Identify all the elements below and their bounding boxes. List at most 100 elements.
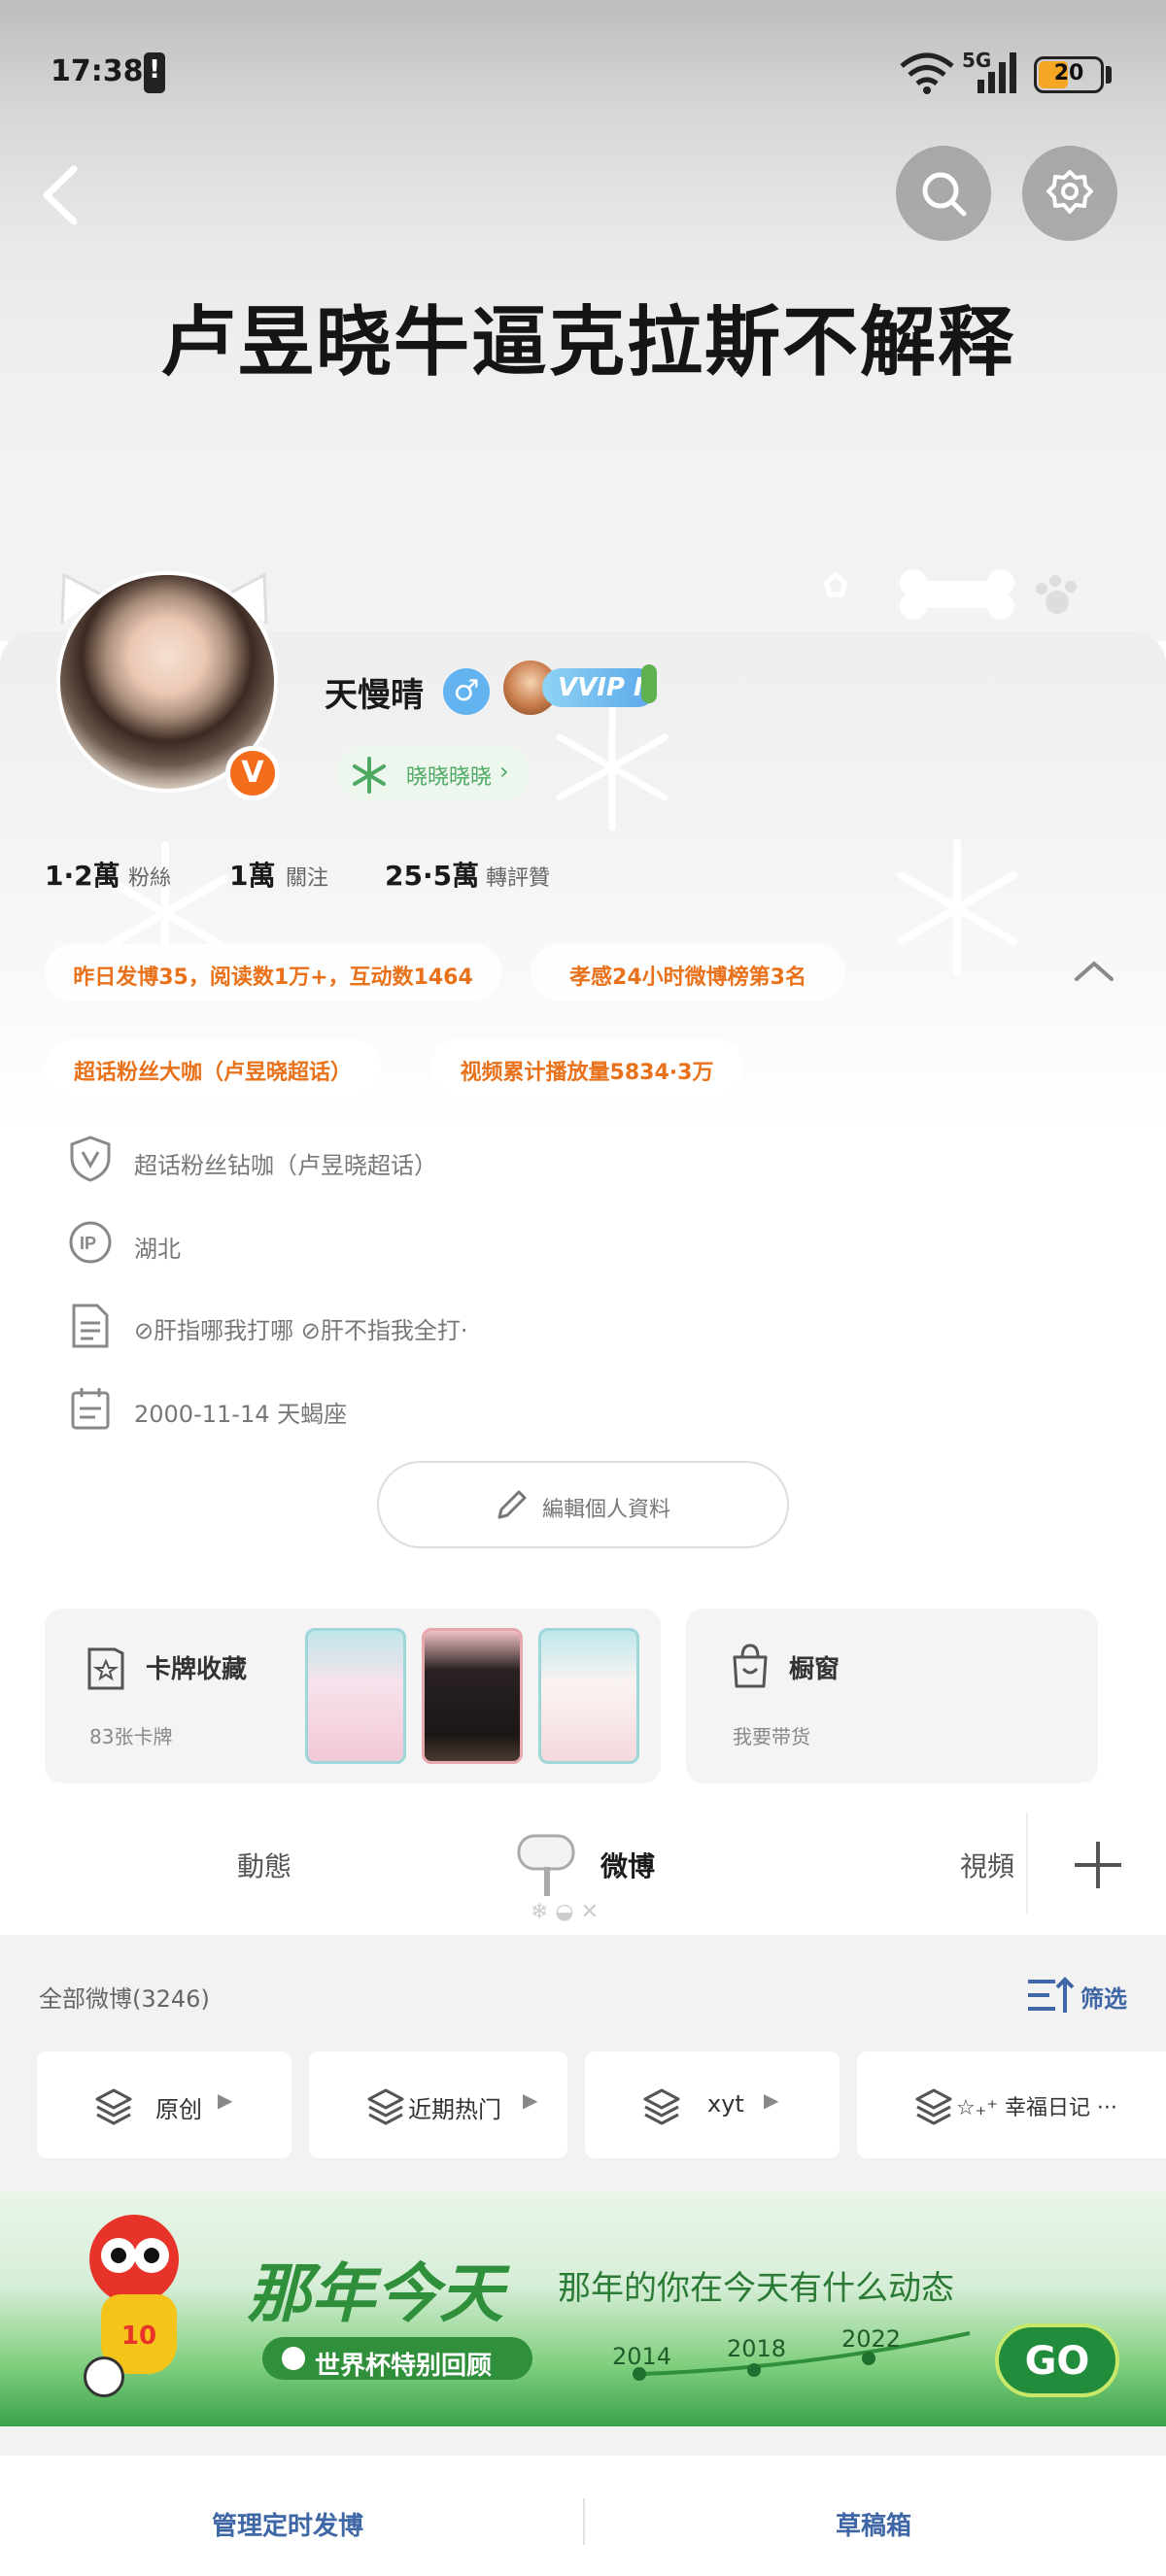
supertopic-button[interactable]: 晓晓晓晓 › <box>336 746 531 800</box>
search-icon <box>922 172 967 217</box>
followers-label[interactable]: 粉絲 <box>128 861 171 892</box>
tab-weibo[interactable]: 微博 <box>600 1846 655 1884</box>
group-label: 近期热门 <box>408 2096 501 2123</box>
following-count[interactable]: 1萬 <box>229 855 275 894</box>
leaf-icon <box>641 664 657 703</box>
document-icon <box>72 1304 109 1348</box>
chevron-right-icon: › <box>499 758 509 785</box>
group-label: xyt <box>707 2090 744 2118</box>
layers-icon <box>95 2088 132 2125</box>
banner-subtitle: 那年的你在今天有什么动态 <box>558 2269 954 2308</box>
chevron-up-icon[interactable] <box>1071 956 1117 985</box>
bottom-divider <box>583 2498 585 2545</box>
search-button[interactable] <box>896 146 991 241</box>
banner-title: 那年今天 <box>247 2256 503 2331</box>
wifi-icon <box>900 52 954 94</box>
followers-count[interactable]: 1·2萬 <box>45 855 120 894</box>
signal-icon <box>977 52 1016 93</box>
ip-location: 湖北 <box>134 1236 181 1263</box>
filter-icon[interactable] <box>1026 1976 1075 2017</box>
battery-icon: 20 <box>1034 56 1104 93</box>
soccer-ball-icon <box>84 2356 124 2397</box>
timeline-year: 2022 <box>841 2325 902 2353</box>
group-recent-hot[interactable]: 近期热门 ▶ <box>309 2051 567 2158</box>
username: 天慢晴 <box>325 676 424 715</box>
pencil-icon <box>497 1490 527 1519</box>
group-xyt[interactable]: xyt ▶ <box>585 2051 840 2158</box>
drafts-button[interactable]: 草稿箱 <box>836 2506 911 2542</box>
card-thumbnail[interactable] <box>422 1628 523 1764</box>
banner-pill-label: 世界杯特别回顾 <box>315 2352 493 2381</box>
tag-label: 超话粉丝大咖（卢昱晓超话） <box>73 1061 352 1085</box>
tab-decoration: ❄ ◒ ✕ <box>531 1900 600 1924</box>
timeline-year: 2018 <box>727 2335 787 2362</box>
edit-profile-label: 編輯個人資料 <box>542 1498 671 1522</box>
achievement-tag[interactable]: 孝感24小时微博榜第3名 <box>531 944 845 1000</box>
back-arrow-icon[interactable] <box>37 161 91 229</box>
mascot-number: 10 <box>120 2322 157 2351</box>
tag-label: 昨日发博35，阅读数1万+，互动数1464 <box>73 966 473 990</box>
weibo-mascot-icon <box>89 2215 179 2304</box>
add-icon[interactable] <box>1071 1838 1125 1892</box>
shield-v-icon <box>70 1135 111 1182</box>
alert-icon <box>144 52 165 93</box>
group-happy-diary[interactable]: ☆₊⁺ 幸福日记 ··· <box>857 2051 1166 2158</box>
layers-icon <box>915 2088 952 2125</box>
snowflake-decoration <box>556 703 669 831</box>
banner-pill: 世界杯特别回顾 <box>262 2337 532 2381</box>
soccer-ball-icon <box>282 2347 305 2370</box>
group-label: ☆₊⁺ 幸福日记 ··· <box>956 2096 1117 2120</box>
page-title: 卢昱晓牛逼克拉斯不解释 <box>159 299 1015 387</box>
card-collection-icon <box>87 1647 124 1690</box>
supertopic-label: 晓晓晓晓 <box>406 765 493 790</box>
supertopic-fan-level: 超话粉丝钻咖（卢昱晓超话） <box>134 1152 437 1179</box>
tag-label: 视频累计播放量5834·3万 <box>460 1061 714 1085</box>
timeline-year: 2014 <box>612 2343 672 2370</box>
tab-dynamics[interactable]: 動態 <box>237 1846 292 1884</box>
group-label: 原创 <box>155 2096 202 2123</box>
layers-icon <box>367 2088 404 2125</box>
calendar-icon <box>71 1388 110 1430</box>
timeline-line <box>633 2331 971 2381</box>
battery-nub <box>1106 66 1112 84</box>
filter-button[interactable]: 筛选 <box>1080 1980 1127 2014</box>
settings-button[interactable] <box>1022 146 1117 241</box>
showcase-subtitle: 我要带货 <box>733 1725 810 1748</box>
likes-label: 轉評贊 <box>486 866 551 891</box>
card-collection-count: 83张卡牌 <box>89 1725 173 1748</box>
snowflake-icon <box>353 757 386 794</box>
shopping-bag-icon <box>733 1644 768 1688</box>
showcase-card[interactable]: 橱窗 我要带货 <box>686 1609 1098 1783</box>
achievement-tag[interactable]: 视频累计播放量5834·3万 <box>429 1039 744 1096</box>
achievement-tag[interactable]: 超话粉丝大咖（卢昱晓超话） <box>45 1039 381 1096</box>
svg-text:IP: IP <box>80 1234 96 1253</box>
card-thumbnail[interactable] <box>538 1628 639 1764</box>
following-label[interactable]: 關注 <box>286 861 328 892</box>
triangle-right-icon: ▶ <box>523 2088 538 2112</box>
verified-badge: V <box>225 746 280 800</box>
mailbox-icon <box>517 1834 575 1896</box>
tab-videos[interactable]: 視頻 <box>960 1846 1014 1884</box>
group-original[interactable]: 原创 ▶ <box>37 2051 292 2158</box>
ip-icon: IP <box>69 1221 112 1264</box>
scheduled-posts-button[interactable]: 管理定时发博 <box>212 2506 363 2542</box>
birthday: 2000-11-14 天蝎座 <box>134 1401 348 1428</box>
triangle-right-icon: ▶ <box>764 2088 779 2112</box>
tabs-divider <box>1026 1813 1028 1914</box>
likes-count: 25·5萬 <box>385 860 480 892</box>
card-thumbnail[interactable] <box>305 1628 406 1764</box>
triangle-right-icon: ▶ <box>218 2088 233 2112</box>
showcase-title: 橱窗 <box>789 1655 840 1684</box>
gear-icon <box>1046 170 1093 214</box>
snowflake-decoration <box>897 839 1017 977</box>
tag-label: 孝感24小时微博榜第3名 <box>569 966 806 990</box>
vip-badge[interactable]: VVIP I <box>503 661 661 715</box>
status-time: 17:38 <box>51 54 144 88</box>
layers-icon <box>643 2088 680 2125</box>
battery-level: 20 <box>1053 61 1084 85</box>
bio: ⊘肝指哪我打哪 ⊘肝不指我全打· <box>134 1317 468 1344</box>
edit-profile-button[interactable]: 編輯個人資料 <box>377 1461 789 1548</box>
achievement-tag[interactable]: 昨日发博35，阅读数1万+，互动数1464 <box>45 944 501 1000</box>
vip-label: VVIP I <box>542 668 657 707</box>
go-button[interactable]: GO <box>995 2323 1119 2397</box>
